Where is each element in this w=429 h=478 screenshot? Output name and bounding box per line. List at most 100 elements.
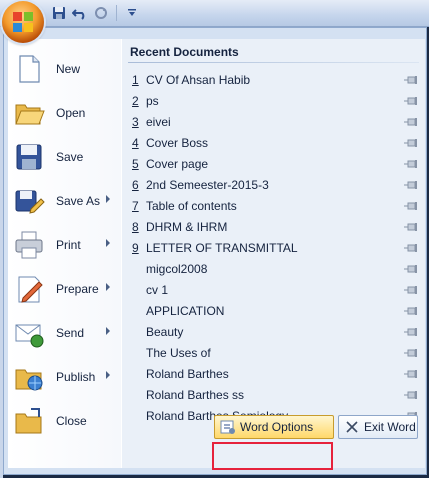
save-as-icon (15, 190, 45, 214)
submenu-arrow-icon (106, 327, 110, 335)
office-menu: New Open Save Save As Print Prepare Send… (3, 27, 427, 475)
pin-icon[interactable] (404, 285, 418, 295)
recent-document-item[interactable]: APPLICATION (122, 301, 425, 322)
menu-item-open[interactable]: Open (8, 91, 121, 135)
customize-icon[interactable] (123, 4, 141, 22)
recent-documents-panel: Recent Documents 1 CV Of Ahsan Habib 2 ps 3 e… (121, 39, 425, 468)
pin-icon[interactable] (404, 306, 418, 316)
menu-item-label: Open (56, 106, 86, 120)
pin-icon[interactable] (404, 327, 418, 337)
undo-icon[interactable] (71, 4, 89, 22)
recent-document-item[interactable]: 9 LETTER OF TRANSMITTAL (122, 238, 425, 259)
recent-document-item[interactable]: 7 Table of contents (122, 196, 425, 217)
pin-icon[interactable] (404, 369, 418, 379)
document-name: ps (146, 94, 159, 108)
menu-item-close[interactable]: Close (8, 399, 121, 443)
document-name: Beauty (146, 325, 184, 339)
submenu-arrow-icon (106, 371, 110, 379)
recent-documents-title: Recent Documents (130, 45, 239, 59)
recent-document-item[interactable]: migcol2008 (122, 259, 425, 280)
pin-icon[interactable] (404, 117, 418, 127)
divider (128, 62, 419, 63)
document-number: 7 (132, 199, 139, 213)
document-name: Table of contents (146, 199, 237, 213)
pin-icon[interactable] (404, 159, 418, 169)
recent-document-item[interactable]: cv 1 (122, 280, 425, 301)
printer-icon (15, 231, 43, 259)
pin-icon[interactable] (404, 96, 418, 106)
save-icon (16, 144, 42, 170)
menu-item-publish[interactable]: Publish (8, 355, 121, 399)
recent-document-item[interactable]: 8 DHRM & IHRM (122, 217, 425, 238)
document-number: 3 (132, 115, 139, 129)
word-options-label: Word Options (240, 420, 314, 434)
document-name: LETTER OF TRANSMITTAL (146, 241, 298, 255)
pin-icon[interactable] (404, 75, 418, 85)
menu-item-save-as[interactable]: Save As (8, 179, 121, 223)
recent-document-item[interactable]: The Uses of (122, 343, 425, 364)
pin-icon[interactable] (404, 222, 418, 232)
document-name: 2nd Semeester-2015-3 (146, 178, 269, 192)
document-name: Roland Barthes (146, 367, 229, 381)
recent-document-item[interactable]: 3 eivei (122, 112, 425, 133)
document-name: eivei (146, 115, 171, 129)
submenu-arrow-icon (106, 283, 110, 291)
recent-document-item[interactable]: 5 Cover page (122, 154, 425, 175)
document-number: 4 (132, 136, 139, 150)
pin-icon[interactable] (404, 201, 418, 211)
redo-icon[interactable] (92, 4, 110, 22)
recent-document-item[interactable]: 6 2nd Semeester-2015-3 (122, 175, 425, 196)
open-folder-icon (15, 104, 45, 125)
recent-document-item[interactable]: 4 Cover Boss (122, 133, 425, 154)
command-list: New Open Save Save As Print Prepare Send… (8, 39, 122, 468)
submenu-arrow-icon (106, 195, 110, 203)
document-name: APPLICATION (146, 304, 225, 318)
menu-item-label: Close (56, 414, 87, 428)
title-bar (0, 0, 429, 27)
document-name: migcol2008 (146, 262, 208, 276)
document-number: 9 (132, 241, 139, 255)
document-name: Roland Barthes ss (146, 388, 245, 402)
menu-item-prepare[interactable]: Prepare (8, 267, 121, 311)
recent-document-item[interactable]: Beauty (122, 322, 425, 343)
word-options-button[interactable]: Word Options (214, 415, 334, 439)
office-button[interactable] (2, 1, 44, 43)
pin-icon[interactable] (404, 243, 418, 253)
pin-icon[interactable] (404, 264, 418, 274)
submenu-arrow-icon (106, 239, 110, 247)
document-name: cv 1 (146, 283, 169, 297)
pin-icon[interactable] (404, 348, 418, 358)
document-number: 6 (132, 178, 139, 192)
document-name: DHRM & IHRM (146, 220, 228, 234)
exit-word-button[interactable]: Exit Word (338, 415, 418, 439)
prepare-icon (18, 276, 43, 303)
new-document-icon (19, 55, 40, 83)
menu-item-save[interactable]: Save (8, 135, 121, 179)
pin-icon[interactable] (404, 390, 418, 400)
save-icon[interactable] (50, 4, 68, 22)
menu-item-print[interactable]: Print (8, 223, 121, 267)
document-name: CV Of Ahsan Habib (146, 73, 251, 87)
options-icon (220, 420, 235, 434)
menu-item-label: Save (56, 150, 84, 164)
recent-document-item[interactable]: Roland Barthes ss (122, 385, 425, 406)
menu-item-label: Save As (56, 194, 101, 208)
publish-icon (15, 369, 43, 391)
exit-word-label: Exit Word (364, 420, 416, 434)
office-logo-icon (13, 12, 33, 32)
menu-item-label: Publish (56, 370, 96, 384)
menu-item-label: Prepare (56, 282, 99, 296)
menu-item-label: Send (56, 326, 85, 340)
menu-item-label: Print (56, 238, 81, 252)
menu-item-send[interactable]: Send (8, 311, 121, 355)
pin-icon[interactable] (404, 180, 418, 190)
send-icon (15, 324, 44, 348)
document-number: 1 (132, 73, 139, 87)
recent-document-item[interactable]: 2 ps (122, 91, 425, 112)
pin-icon[interactable] (404, 138, 418, 148)
recent-document-item[interactable]: 1 CV Of Ahsan Habib (122, 70, 425, 91)
recent-document-item[interactable]: Roland Barthes (122, 364, 425, 385)
close-icon (346, 421, 358, 433)
menu-item-new[interactable]: New (8, 47, 121, 91)
document-number: 5 (132, 157, 139, 171)
